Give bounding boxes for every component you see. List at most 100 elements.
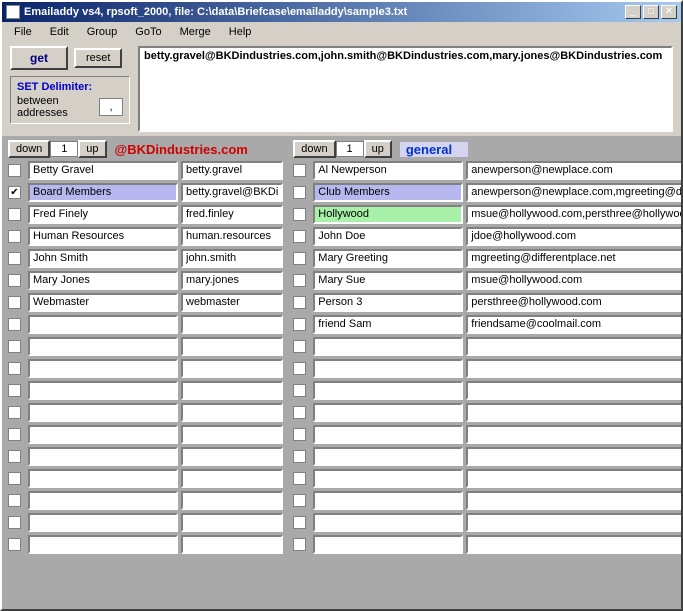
name-field[interactable] (28, 403, 178, 422)
email-field[interactable] (181, 359, 283, 378)
email-field[interactable] (466, 381, 681, 400)
row-checkbox[interactable] (293, 384, 306, 397)
row-checkbox[interactable] (293, 494, 306, 507)
row-checkbox[interactable] (8, 274, 21, 287)
email-field[interactable] (466, 337, 681, 356)
output-textarea[interactable]: betty.gravel@BKDindustries.com,john.smit… (138, 46, 673, 132)
email-field[interactable] (466, 513, 681, 532)
right-down-button[interactable]: down (293, 140, 335, 158)
menu-edit[interactable]: Edit (42, 24, 77, 40)
row-checkbox[interactable] (8, 318, 21, 331)
row-checkbox[interactable] (8, 230, 21, 243)
row-checkbox[interactable] (8, 164, 21, 177)
row-checkbox[interactable] (8, 472, 21, 485)
name-field[interactable] (28, 491, 178, 510)
row-checkbox[interactable] (293, 340, 306, 353)
name-field[interactable] (313, 381, 463, 400)
right-up-button[interactable]: up (364, 140, 392, 158)
email-field[interactable]: betty.gravel@BKDi (181, 183, 283, 202)
row-checkbox[interactable] (293, 406, 306, 419)
email-field[interactable] (181, 315, 283, 334)
name-field[interactable]: Webmaster (28, 293, 178, 312)
name-field[interactable] (313, 403, 463, 422)
email-field[interactable] (181, 535, 283, 554)
name-field[interactable] (28, 381, 178, 400)
row-checkbox[interactable] (293, 472, 306, 485)
row-checkbox[interactable] (293, 274, 306, 287)
name-field[interactable] (28, 315, 178, 334)
name-field[interactable] (28, 359, 178, 378)
email-field[interactable]: anewperson@newplace.com (466, 161, 681, 180)
row-checkbox[interactable] (293, 450, 306, 463)
name-field[interactable]: Board Members (28, 183, 178, 202)
row-checkbox[interactable] (8, 362, 21, 375)
row-checkbox[interactable] (293, 296, 306, 309)
row-checkbox[interactable] (293, 428, 306, 441)
row-checkbox[interactable] (8, 538, 21, 551)
row-checkbox[interactable] (293, 538, 306, 551)
email-field[interactable]: mary.jones (181, 271, 283, 290)
reset-button[interactable]: reset (74, 48, 122, 68)
name-field[interactable] (28, 513, 178, 532)
name-field[interactable]: Club Members (313, 183, 463, 202)
name-field[interactable]: Mary Jones (28, 271, 178, 290)
menu-group[interactable]: Group (79, 24, 126, 40)
left-up-button[interactable]: up (78, 140, 106, 158)
email-field[interactable] (466, 403, 681, 422)
name-field[interactable] (313, 469, 463, 488)
email-field[interactable]: jdoe@hollywood.com (466, 227, 681, 246)
name-field[interactable]: John Doe (313, 227, 463, 246)
name-field[interactable]: Al Newperson (313, 161, 463, 180)
name-field[interactable] (313, 513, 463, 532)
name-field[interactable] (313, 359, 463, 378)
row-checkbox[interactable] (293, 208, 306, 221)
email-field[interactable] (181, 425, 283, 444)
email-field[interactable]: mgreeting@differentplace.net (466, 249, 681, 268)
close-button[interactable]: ✕ (661, 5, 677, 19)
row-checkbox[interactable] (8, 428, 21, 441)
right-page-input[interactable] (336, 141, 364, 157)
email-field[interactable]: friendsame@coolmail.com (466, 315, 681, 334)
row-checkbox[interactable] (293, 252, 306, 265)
name-field[interactable]: friend Sam (313, 315, 463, 334)
menu-help[interactable]: Help (221, 24, 260, 40)
email-field[interactable]: john.smith (181, 249, 283, 268)
email-field[interactable] (181, 381, 283, 400)
row-checkbox[interactable] (293, 516, 306, 529)
name-field[interactable]: Betty Gravel (28, 161, 178, 180)
name-field[interactable]: John Smith (28, 249, 178, 268)
menu-goto[interactable]: GoTo (127, 24, 169, 40)
name-field[interactable]: Fred Finely (28, 205, 178, 224)
name-field[interactable] (313, 535, 463, 554)
name-field[interactable] (313, 447, 463, 466)
email-field[interactable] (466, 469, 681, 488)
row-checkbox[interactable] (8, 494, 21, 507)
row-checkbox[interactable] (8, 252, 21, 265)
name-field[interactable] (28, 469, 178, 488)
name-field[interactable]: Human Resources (28, 227, 178, 246)
email-field[interactable]: msue@hollywood.com (466, 271, 681, 290)
delimiter-input[interactable] (99, 98, 123, 116)
email-field[interactable] (181, 513, 283, 532)
menu-merge[interactable]: Merge (172, 24, 219, 40)
email-field[interactable] (181, 337, 283, 356)
row-checkbox[interactable] (293, 362, 306, 375)
name-field[interactable] (28, 425, 178, 444)
name-field[interactable] (28, 337, 178, 356)
name-field[interactable]: Mary Greeting (313, 249, 463, 268)
maximize-button[interactable]: □ (643, 5, 659, 19)
row-checkbox[interactable] (293, 230, 306, 243)
email-field[interactable] (466, 447, 681, 466)
name-field[interactable] (313, 491, 463, 510)
row-checkbox[interactable] (293, 318, 306, 331)
name-field[interactable] (28, 535, 178, 554)
email-field[interactable] (181, 403, 283, 422)
left-down-button[interactable]: down (8, 140, 50, 158)
row-checkbox[interactable] (8, 516, 21, 529)
email-field[interactable] (466, 491, 681, 510)
email-field[interactable] (181, 469, 283, 488)
left-page-input[interactable] (50, 141, 78, 157)
email-field[interactable] (181, 491, 283, 510)
row-checkbox[interactable] (8, 384, 21, 397)
email-field[interactable] (466, 535, 681, 554)
